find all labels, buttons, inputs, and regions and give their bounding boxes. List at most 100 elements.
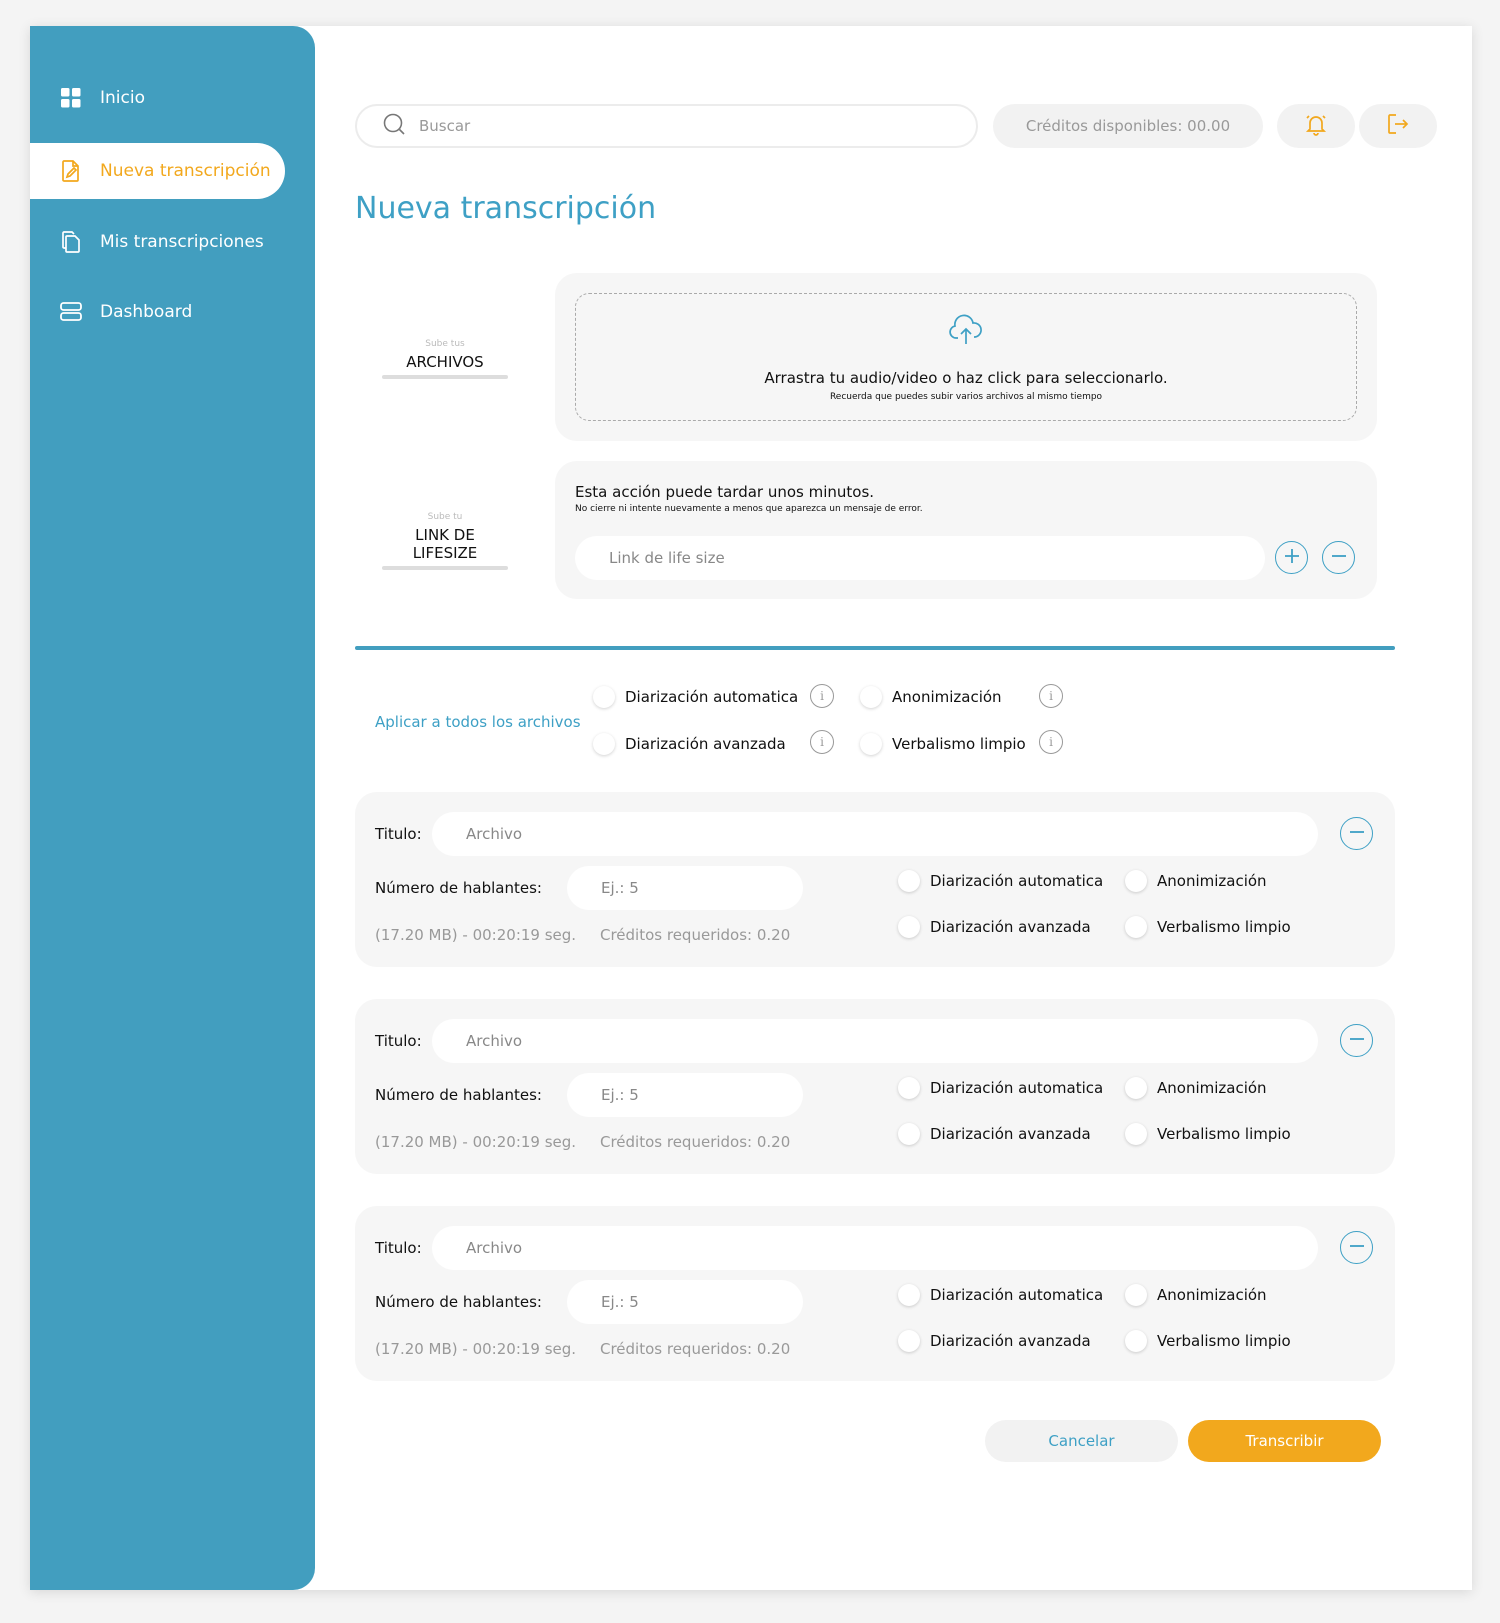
remove-file-button[interactable] bbox=[1340, 1024, 1373, 1057]
info-icon[interactable]: i bbox=[1039, 684, 1063, 708]
radio-button[interactable] bbox=[898, 1123, 920, 1145]
apply-all-verbalismo-limpio[interactable]: Verbalismo limpio bbox=[860, 733, 1026, 755]
cloud-upload-icon bbox=[948, 314, 984, 350]
add-link-button[interactable] bbox=[1275, 541, 1308, 574]
apply-all-label: Aplicar a todos los archivos bbox=[375, 713, 581, 731]
title-label: Titulo: bbox=[375, 825, 422, 843]
option-verbalismo-limpio[interactable]: Verbalismo limpio bbox=[1125, 916, 1291, 938]
option-verbalismo-limpio[interactable]: Verbalismo limpio bbox=[1125, 1330, 1291, 1352]
radio-button[interactable] bbox=[593, 686, 615, 708]
option-diarizacion-avanzada[interactable]: Diarización avanzada bbox=[898, 1330, 1091, 1352]
server-icon bbox=[60, 301, 82, 323]
option-label: Anonimización bbox=[1157, 872, 1267, 890]
credits-badge: Créditos disponibles: 00.00 bbox=[993, 104, 1263, 148]
transcribe-button[interactable]: Transcribir bbox=[1188, 1420, 1381, 1462]
dropzone-text: Arrastra tu audio/video o haz click para… bbox=[764, 369, 1168, 387]
remove-file-button[interactable] bbox=[1340, 1231, 1373, 1264]
sidebar-item-label: Dashboard bbox=[100, 302, 193, 322]
radio-button[interactable] bbox=[898, 1330, 920, 1352]
info-icon[interactable]: i bbox=[810, 730, 834, 754]
title-input[interactable] bbox=[432, 812, 1318, 856]
option-label: Diarización avanzada bbox=[930, 1125, 1091, 1143]
remove-link-button[interactable] bbox=[1322, 541, 1355, 574]
speakers-label: Número de hablantes: bbox=[375, 1086, 542, 1104]
credits-required: Créditos requeridos: 0.20 bbox=[600, 926, 791, 944]
radio-button[interactable] bbox=[860, 733, 882, 755]
option-label: Diarización avanzada bbox=[930, 1332, 1091, 1350]
title-input[interactable] bbox=[432, 1226, 1318, 1270]
option-verbalismo-limpio[interactable]: Verbalismo limpio bbox=[1125, 1123, 1291, 1145]
file-size-duration: (17.20 MB) - 00:20:19 seg. bbox=[375, 926, 577, 944]
option-label: Verbalismo limpio bbox=[1157, 918, 1291, 936]
files-upload-sublabel: Sube tus bbox=[425, 339, 465, 349]
sidebar-item-nueva-transcripcion[interactable]: Nueva transcripción bbox=[30, 143, 285, 199]
speakers-input[interactable] bbox=[567, 866, 803, 910]
sidebar: Inicio Nueva transcripción Mis transcrip… bbox=[30, 26, 315, 1590]
title-label: Titulo: bbox=[375, 1239, 422, 1257]
speakers-input[interactable] bbox=[567, 1073, 803, 1117]
sidebar-item-label: Mis transcripciones bbox=[100, 232, 264, 252]
option-diarizacion-automatica[interactable]: Diarización automatica bbox=[898, 1077, 1103, 1099]
file-upload-panel: Arrastra tu audio/video o haz click para… bbox=[555, 273, 1377, 441]
notifications-button[interactable] bbox=[1277, 104, 1355, 148]
option-label: Anonimización bbox=[892, 688, 1002, 706]
file-size-duration: (17.20 MB) - 00:20:19 seg. bbox=[375, 1133, 577, 1151]
radio-button[interactable] bbox=[593, 733, 615, 755]
sidebar-item-inicio[interactable]: Inicio bbox=[30, 70, 285, 126]
radio-button[interactable] bbox=[898, 1077, 920, 1099]
radio-button[interactable] bbox=[1125, 1123, 1147, 1145]
logout-button[interactable] bbox=[1359, 104, 1437, 148]
dropzone[interactable]: Arrastra tu audio/video o haz click para… bbox=[575, 293, 1357, 421]
main-content: Créditos disponibles: 00.00 Nueva transc… bbox=[315, 26, 1472, 1590]
radio-button[interactable] bbox=[898, 870, 920, 892]
radio-button[interactable] bbox=[1125, 870, 1147, 892]
radio-button[interactable] bbox=[898, 916, 920, 938]
section-divider bbox=[355, 646, 1395, 650]
option-label: Verbalismo limpio bbox=[1157, 1125, 1291, 1143]
grid-icon bbox=[60, 87, 82, 109]
apply-all-anonimizacion[interactable]: Anonimización bbox=[860, 686, 1002, 708]
option-diarizacion-automatica[interactable]: Diarización automatica bbox=[898, 870, 1103, 892]
minus-icon bbox=[1349, 1031, 1365, 1051]
radio-button[interactable] bbox=[1125, 1330, 1147, 1352]
lifesize-link-input[interactable] bbox=[575, 536, 1265, 580]
file-card: Titulo: Número de hablantes: (17.20 MB) … bbox=[355, 999, 1395, 1174]
radio-button[interactable] bbox=[1125, 1077, 1147, 1099]
speakers-label: Número de hablantes: bbox=[375, 1293, 542, 1311]
apply-all-diarizacion-avanzada[interactable]: Diarización avanzada bbox=[593, 733, 786, 755]
search-icon bbox=[383, 113, 405, 139]
link-upload-sublabel: Sube tu bbox=[427, 512, 463, 522]
radio-button[interactable] bbox=[898, 1284, 920, 1306]
cancel-button[interactable]: Cancelar bbox=[985, 1420, 1178, 1462]
sidebar-item-label: Inicio bbox=[100, 88, 145, 108]
speakers-input[interactable] bbox=[567, 1280, 803, 1324]
sidebar-item-label: Nueva transcripción bbox=[100, 161, 271, 181]
file-card: Titulo: Número de hablantes: (17.20 MB) … bbox=[355, 792, 1395, 967]
apply-all-diarizacion-automatica[interactable]: Diarización automatica bbox=[593, 686, 798, 708]
link-warning-title: Esta acción puede tardar unos minutos. bbox=[575, 483, 875, 501]
search-bar[interactable] bbox=[355, 104, 978, 148]
radio-button[interactable] bbox=[1125, 1284, 1147, 1306]
title-label: Titulo: bbox=[375, 1032, 422, 1050]
info-icon[interactable]: i bbox=[810, 684, 834, 708]
option-anonimizacion[interactable]: Anonimización bbox=[1125, 870, 1267, 892]
search-input[interactable] bbox=[419, 117, 919, 135]
title-input[interactable] bbox=[432, 1019, 1318, 1063]
option-anonimizacion[interactable]: Anonimización bbox=[1125, 1077, 1267, 1099]
logout-icon bbox=[1387, 113, 1409, 139]
page-title: Nueva transcripción bbox=[355, 191, 657, 226]
file-edit-icon bbox=[60, 160, 82, 182]
option-diarizacion-avanzada[interactable]: Diarización avanzada bbox=[898, 1123, 1091, 1145]
option-diarizacion-automatica[interactable]: Diarización automatica bbox=[898, 1284, 1103, 1306]
option-diarizacion-avanzada[interactable]: Diarización avanzada bbox=[898, 916, 1091, 938]
radio-button[interactable] bbox=[860, 686, 882, 708]
sidebar-item-dashboard[interactable]: Dashboard bbox=[30, 284, 285, 340]
option-label: Verbalismo limpio bbox=[892, 735, 1026, 753]
radio-button[interactable] bbox=[1125, 916, 1147, 938]
sidebar-item-mis-transcripciones[interactable]: Mis transcripciones bbox=[30, 214, 285, 270]
info-icon[interactable]: i bbox=[1039, 730, 1063, 754]
files-copy-icon bbox=[60, 231, 82, 253]
option-anonimizacion[interactable]: Anonimización bbox=[1125, 1284, 1267, 1306]
option-label: Diarización automatica bbox=[930, 872, 1104, 890]
remove-file-button[interactable] bbox=[1340, 817, 1373, 850]
